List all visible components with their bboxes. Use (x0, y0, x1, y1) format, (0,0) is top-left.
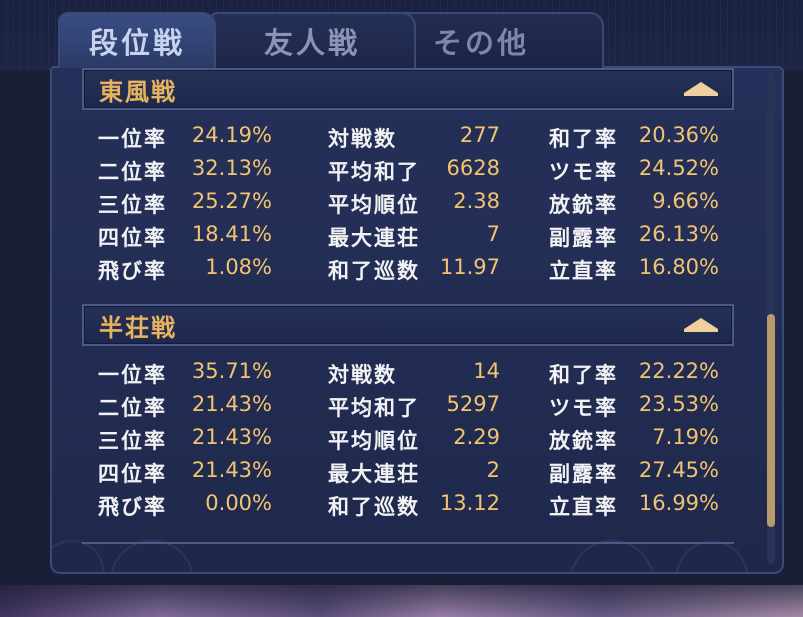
stat-value: 16.80% (638, 255, 719, 279)
stat-label: 立直率 (549, 495, 618, 519)
tab-ranked-match[interactable]: 段位戦 (58, 12, 216, 68)
section-title: 東風戦 (99, 76, 177, 106)
section-title: 半荘戦 (99, 312, 177, 342)
stat-label: 放銃率 (549, 429, 618, 453)
stat-label: 副露率 (549, 462, 618, 486)
stat-label: 副露率 (549, 226, 618, 250)
stat-value: 24.52% (638, 156, 719, 180)
background-shade (0, 585, 803, 617)
stats-panel: 東風戦 半荘戦 一位率 24.19% 二位率 32.13% 三位率 25.27% 四位率 18… (50, 66, 784, 574)
stat-row: ツモ率 23.53% (52, 389, 752, 420)
stat-value: 7.19% (652, 425, 719, 449)
collapse-icon[interactable] (684, 82, 718, 96)
scrollbar-thumb[interactable] (767, 314, 775, 527)
stat-label: 放銃率 (549, 193, 618, 217)
stat-row: 和了率 22.22% (52, 356, 752, 387)
stat-value: 23.53% (638, 392, 719, 416)
section-header-east-round[interactable]: 東風戦 (82, 68, 734, 110)
stat-row: 副露率 26.13% (52, 219, 752, 250)
stat-value: 27.45% (638, 458, 719, 482)
stat-value: 22.22% (638, 359, 719, 383)
stat-label: 和了率 (549, 127, 618, 151)
stat-value: 16.99% (638, 491, 719, 515)
stat-row: ツモ率 24.52% (52, 153, 752, 184)
stat-value: 20.36% (638, 123, 719, 147)
section-header-south-round[interactable]: 半荘戦 (82, 304, 734, 346)
stat-label: 立直率 (549, 259, 618, 283)
stat-label: ツモ率 (549, 160, 618, 184)
collapse-icon[interactable] (684, 318, 718, 332)
stat-row: 立直率 16.80% (52, 252, 752, 283)
stat-row: 和了率 20.36% (52, 120, 752, 151)
stat-label: 和了率 (549, 363, 618, 387)
stat-label: ツモ率 (549, 396, 618, 420)
stat-value: 26.13% (638, 222, 719, 246)
stat-row: 放銃率 7.19% (52, 422, 752, 453)
stat-row: 副露率 27.45% (52, 455, 752, 486)
stat-value: 9.66% (652, 189, 719, 213)
stat-row: 立直率 16.99% (52, 488, 752, 519)
stat-row: 放銃率 9.66% (52, 186, 752, 217)
section-divider (82, 542, 734, 544)
tab-friend-match[interactable]: 友人戦 (208, 12, 416, 68)
